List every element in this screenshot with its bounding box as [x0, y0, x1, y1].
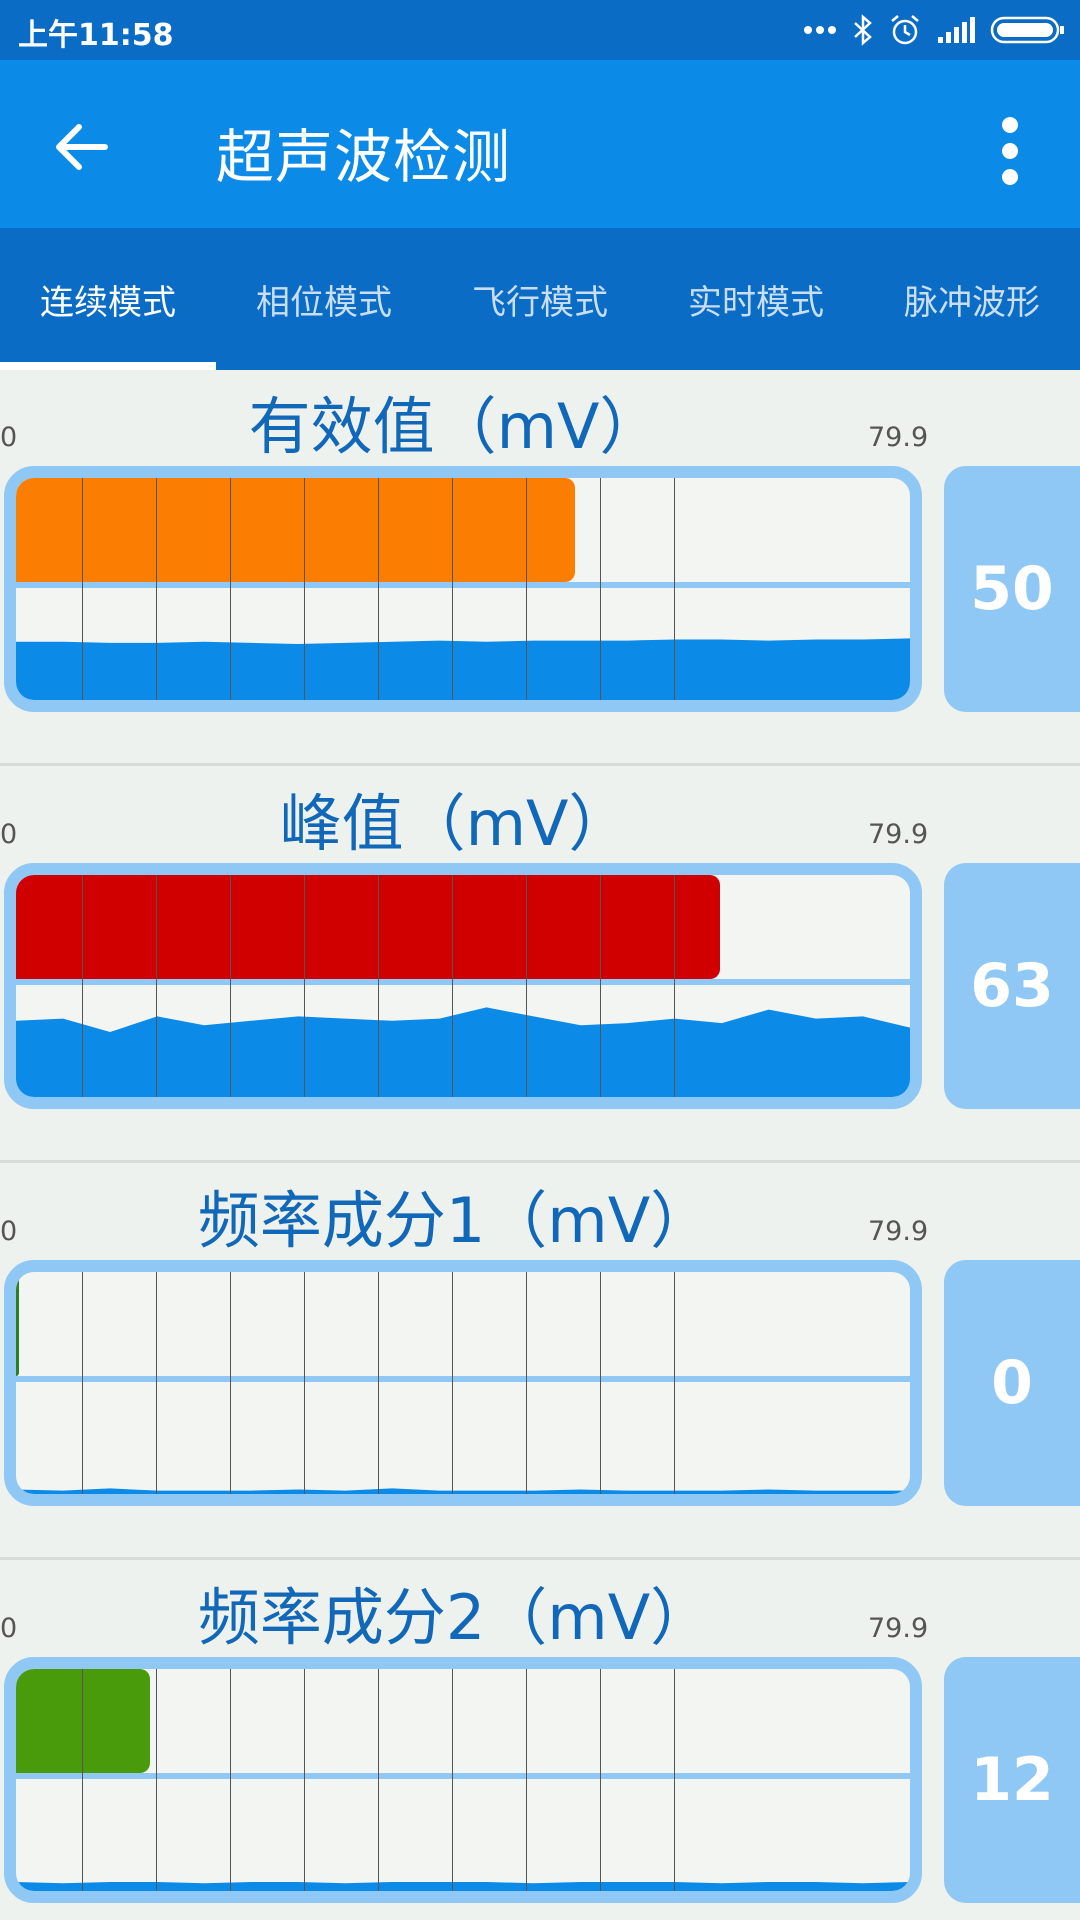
gauge-grid-line	[674, 875, 675, 1097]
gauge-grid-line	[452, 478, 453, 700]
status-time: 上午11:58	[18, 18, 174, 53]
gauge-grid-line	[526, 1272, 527, 1494]
tab-label: 脉冲波形	[904, 282, 1040, 323]
tab-realtime-mode[interactable]: 实时模式	[648, 228, 864, 370]
gauge-grid-line	[230, 1669, 231, 1891]
tab-label: 实时模式	[688, 282, 824, 323]
app-toolbar: 超声波检测	[0, 60, 1080, 228]
level-gauge	[4, 466, 922, 712]
gauge-grid-line	[378, 1669, 379, 1891]
gauge-grid-line	[304, 1669, 305, 1891]
gauge-grid-line	[156, 478, 157, 700]
gauge-grid-line	[156, 1669, 157, 1891]
tab-indicator	[0, 362, 216, 370]
tab-label: 飞行模式	[472, 282, 608, 323]
gauge-level-bar	[16, 875, 721, 979]
waveform-path	[16, 1007, 910, 1097]
gauge-grid-line	[452, 1272, 453, 1494]
value-readout: 0	[944, 1260, 1080, 1506]
scale-min-label: 0	[0, 819, 18, 850]
level-gauge	[4, 1657, 922, 1903]
tab-label: 连续模式	[40, 282, 176, 323]
signal-icon	[938, 17, 975, 43]
gauge-grid-line	[674, 1669, 675, 1891]
gauge-grid-line	[156, 875, 157, 1097]
gauge-grid-line	[304, 478, 305, 700]
battery-icon	[990, 16, 1064, 44]
scale-min-label: 0	[0, 1613, 18, 1644]
gauge-grid-line	[230, 478, 231, 700]
scale-min-label: 0	[0, 422, 18, 453]
mode-tabs: 连续模式 相位模式 飞行模式 实时模式 脉冲波形	[0, 228, 1080, 370]
waveform-path	[16, 1882, 910, 1891]
status-icons	[802, 8, 1066, 52]
more-vertical-icon	[1002, 117, 1018, 185]
gauge-grid-line	[600, 1669, 601, 1891]
gauge-grid-line	[600, 1272, 601, 1494]
gauge-grid-line	[600, 875, 601, 1097]
value-readout: 12	[944, 1657, 1080, 1903]
gauge-grid-line	[230, 1272, 231, 1494]
bluetooth-icon	[854, 14, 872, 46]
scale-max-label: 79.9	[868, 1613, 929, 1644]
gauge-level-bar	[16, 1669, 151, 1773]
tab-continuous-mode[interactable]: 连续模式	[0, 228, 216, 370]
peak-panel: 峰值（mV） 0 79.9 63	[0, 767, 1080, 1163]
level-gauge	[4, 863, 922, 1109]
gauge-grid-line	[674, 478, 675, 700]
gauge-grid-line	[156, 1272, 157, 1494]
frequency1-panel: 频率成分1（mV） 0 79.9 0	[0, 1164, 1080, 1560]
gauge-grid-line	[600, 478, 601, 700]
tab-phase-mode[interactable]: 相位模式	[216, 228, 432, 370]
scale-max-label: 79.9	[868, 819, 929, 850]
panel-title: 有效值（mV）	[248, 390, 662, 463]
scale-max-label: 79.9	[868, 1216, 929, 1247]
gauge-grid-line	[378, 478, 379, 700]
gauge-grid-line	[304, 1272, 305, 1494]
gauge-grid-line	[378, 1272, 379, 1494]
back-button[interactable]	[36, 102, 126, 192]
gauge-grid-line	[378, 875, 379, 1097]
status-bar: 上午11:58	[0, 0, 1080, 60]
waveform-path	[16, 1488, 910, 1494]
page-title: 超声波检测	[216, 123, 512, 191]
panel-title: 峰值（mV）	[279, 787, 631, 860]
waveform-area	[16, 1488, 910, 1494]
arrow-left-icon	[56, 124, 108, 170]
tab-pulse-waveform[interactable]: 脉冲波形	[864, 228, 1080, 370]
gauge-grid-line	[304, 875, 305, 1097]
gauge-grid-line	[526, 1669, 527, 1891]
rms-panel: 有效值（mV） 0 79.9 50	[0, 370, 1080, 766]
frequency2-panel: 频率成分2（mV） 0 79.9 12	[0, 1561, 1080, 1920]
gauge-grid-line	[452, 1669, 453, 1891]
level-gauge	[4, 1260, 922, 1506]
gauge-grid-line	[82, 875, 83, 1097]
gauge-grid-line	[526, 478, 527, 700]
more-dots-icon	[804, 26, 836, 34]
gauge-level-bar	[16, 478, 575, 582]
overflow-menu-button[interactable]	[980, 106, 1040, 196]
gauge-grid-line	[82, 1272, 83, 1494]
tab-flight-mode[interactable]: 飞行模式	[432, 228, 648, 370]
gauge-grid-line	[230, 875, 231, 1097]
panel-title: 频率成分2（mV）	[197, 1581, 713, 1654]
gauge-grid-line	[82, 1669, 83, 1891]
value-readout: 50	[944, 466, 1080, 712]
gauge-grid-line	[452, 875, 453, 1097]
waveform-area	[16, 638, 910, 700]
value-readout: 63	[944, 863, 1080, 1109]
gauge-grid-line	[674, 1272, 675, 1494]
panel-title: 频率成分1（mV）	[197, 1184, 713, 1257]
waveform-area	[16, 1007, 910, 1097]
gauge-grid-line	[82, 478, 83, 700]
waveform-area	[16, 1882, 910, 1891]
scale-max-label: 79.9	[868, 422, 929, 453]
gauge-grid-line	[526, 875, 527, 1097]
tab-label: 相位模式	[256, 282, 392, 323]
scale-min-label: 0	[0, 1216, 18, 1247]
alarm-icon	[891, 15, 919, 45]
gauge-level-bar	[16, 1272, 19, 1376]
waveform-path	[16, 638, 910, 700]
